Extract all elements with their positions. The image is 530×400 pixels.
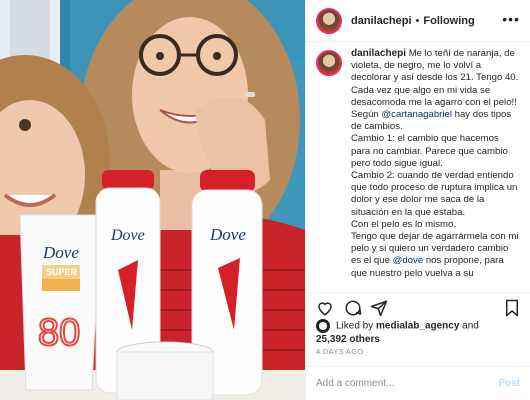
liker-avatar[interactable] [316, 319, 330, 333]
comment-input[interactable]: Add a comment... [316, 378, 498, 389]
post-caption: danilachepi Me lo teñí de naranja, de vi… [306, 48, 530, 288]
add-comment-bar: Add a comment... Post [306, 366, 530, 400]
caption-paragraph: Con el pelo es lo mismo. [351, 218, 457, 230]
liked-by-prefix: Liked by [336, 320, 377, 332]
likes-summary: Liked by medialab_agency and 25,392 othe… [316, 319, 520, 346]
share-icon[interactable] [370, 299, 388, 317]
post-photo[interactable]: Dove SUPER 80 Dove Dove [0, 0, 305, 400]
caption-avatar[interactable] [316, 50, 342, 76]
liked-by-user[interactable]: medialab_agency [376, 321, 459, 332]
mention-cartanagabriel[interactable]: @cartanagabriel [381, 109, 452, 120]
liked-by-and: and [459, 320, 479, 332]
bookmark-icon[interactable] [504, 299, 520, 317]
heart-icon[interactable] [316, 299, 334, 317]
others-count[interactable]: 25,392 others [316, 334, 380, 345]
following-button[interactable]: Following [423, 15, 474, 27]
svg-text:SUPER: SUPER [46, 267, 78, 277]
action-bar [306, 292, 530, 322]
svg-text:80: 80 [38, 312, 80, 354]
post-age: 4 DAYS AGO [316, 347, 364, 356]
post-comment-button[interactable]: Post [498, 378, 520, 389]
instagram-post: Dove SUPER 80 Dove Dove danilachepi • Fo… [0, 0, 530, 400]
mention-dove[interactable]: @dove [393, 255, 424, 266]
product-brand-dove: Dove [42, 243, 79, 262]
more-horizontal-icon[interactable]: ••• [502, 11, 520, 27]
svg-text:Dove: Dove [209, 225, 246, 244]
separator-dot: • [415, 14, 420, 27]
svg-text:Dove: Dove [110, 227, 145, 244]
post-header: danilachepi • Following ••• [306, 0, 530, 42]
caption-paragraph: Cambio 1: el cambio que hacemos para no … [351, 133, 508, 169]
comment-icon[interactable] [344, 299, 362, 317]
avatar[interactable] [316, 7, 342, 34]
post-photo-illustration: Dove SUPER 80 Dove Dove [0, 0, 305, 400]
caption-paragraph-last: Tengo que dejar de agarrármela con mi pe… [351, 231, 520, 280]
author-username[interactable]: danilachepi [351, 15, 412, 27]
caption-paragraph: Cambio 2: cuando de verdad entiendo que … [351, 170, 518, 218]
post-sidebar: danilachepi • Following ••• danilachepi … [305, 0, 530, 400]
caption-username[interactable]: danilachepi [351, 48, 406, 59]
caption-text: danilachepi Me lo teñí de naranja, de vi… [351, 48, 520, 288]
